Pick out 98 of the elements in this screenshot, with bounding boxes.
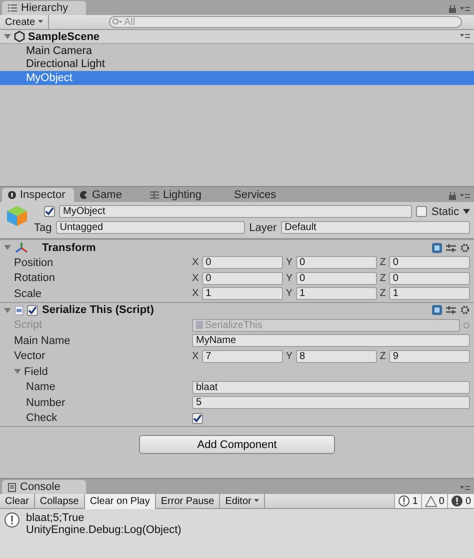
info-bubble-icon — [4, 512, 20, 528]
panel-tab[interactable]: Game — [74, 188, 144, 202]
layer-dropdown[interactable]: Default — [280, 221, 470, 234]
property-label: Number — [26, 396, 66, 409]
panel-tab[interactable]: Services — [228, 188, 288, 202]
property-label: Main Name — [14, 334, 70, 347]
number-field[interactable]: 0 — [388, 272, 470, 285]
lines-icon — [150, 191, 159, 199]
info-icon — [8, 191, 16, 199]
text-field[interactable]: MyName — [192, 334, 470, 348]
axes-icon — [15, 242, 28, 253]
script-file-icon — [196, 321, 203, 330]
number-field[interactable]: 0 — [388, 256, 470, 270]
settings-icon[interactable] — [460, 305, 470, 315]
tag-dropdown[interactable]: Untagged — [56, 221, 246, 234]
lock-icon[interactable] — [449, 5, 456, 13]
cube-icon — [6, 205, 28, 227]
number-field[interactable]: 1 — [388, 287, 470, 300]
tag-label: Tag — [34, 222, 52, 234]
number-field[interactable]: 0 — [296, 272, 377, 285]
caret-icon[interactable] — [463, 209, 470, 214]
axis-label: Z — [380, 288, 386, 300]
axis-label: Y — [286, 288, 293, 300]
axis-label: Z — [380, 257, 386, 268]
sliders-icon[interactable] — [446, 242, 456, 252]
script-name: SerializeThis — [205, 320, 262, 331]
log-count-toggle[interactable]: 1 — [394, 494, 421, 508]
pac-icon — [80, 191, 88, 199]
warning-icon — [424, 496, 437, 506]
error-icon — [451, 495, 464, 507]
search-icon — [112, 18, 122, 26]
axis-label: X — [192, 350, 199, 362]
lock-icon[interactable] — [449, 192, 456, 200]
foldout-arrow-icon[interactable] — [4, 33, 11, 40]
hierarchy-item[interactable]: Directional Light — [0, 58, 474, 71]
axis-label: Y — [286, 272, 293, 284]
foldout-arrow-icon[interactable] — [4, 306, 11, 314]
caret-icon[interactable] — [254, 499, 260, 503]
panel-tab[interactable]: Inspector — [2, 188, 74, 202]
console-toolbar-button[interactable]: Clear on Play — [84, 494, 156, 508]
axis-label: X — [192, 257, 199, 268]
add-component-button[interactable]: Add Component — [139, 435, 335, 454]
text-field[interactable]: 5 — [192, 396, 470, 410]
checkbox[interactable] — [192, 412, 203, 424]
checkbox[interactable] — [416, 206, 428, 217]
scene-row[interactable]: SampleScene — [0, 30, 474, 44]
checkbox[interactable] — [44, 206, 55, 217]
axis-label: Z — [380, 350, 386, 362]
checkbox[interactable] — [27, 304, 38, 316]
number-field[interactable]: 8 — [296, 350, 377, 363]
axis-label: Z — [380, 272, 386, 284]
sliders-icon[interactable] — [446, 305, 456, 315]
hierarchy-item[interactable]: Main Camera — [0, 44, 474, 58]
component-title: Transform — [42, 242, 96, 254]
object-name-field[interactable]: MyObject — [59, 205, 412, 218]
menu-icon[interactable] — [460, 192, 470, 200]
script-file-icon — [15, 306, 23, 314]
layer-label: Layer — [249, 222, 277, 234]
number-field[interactable]: 7 — [202, 350, 283, 363]
axis-label: X — [192, 272, 199, 284]
property-label: Script — [14, 319, 42, 332]
property-label: Name — [26, 381, 56, 394]
log-entry[interactable]: blaat;5;True UnityEngine.Debug:Log(Object) — [0, 509, 474, 558]
property-label: Rotation — [14, 272, 55, 284]
number-field[interactable]: 9 — [388, 350, 470, 363]
list-icon — [8, 4, 17, 12]
log-line: UnityEngine.Debug:Log(Object) — [26, 524, 182, 536]
menu-icon[interactable] — [460, 6, 470, 12]
console-icon — [8, 482, 16, 492]
number-field[interactable]: 0 — [202, 256, 283, 270]
axis-label: X — [192, 288, 199, 300]
settings-icon[interactable] — [460, 242, 470, 252]
hierarchy-item[interactable]: MyObject — [0, 71, 474, 84]
number-field[interactable]: 1 — [202, 287, 283, 300]
property-label: Position — [14, 256, 54, 269]
log-count-toggle[interactable]: 0 — [447, 494, 474, 508]
property-label: Scale — [14, 288, 42, 300]
menu-icon[interactable] — [460, 485, 470, 492]
scene-name: SampleScene — [28, 30, 100, 42]
menu-icon[interactable] — [460, 32, 470, 40]
info-bubble-icon — [398, 495, 410, 507]
axis-label: Y — [286, 257, 293, 268]
panel-tab[interactable]: Lighting — [144, 188, 228, 202]
log-count-toggle[interactable]: 0 — [420, 494, 448, 508]
number-field[interactable]: 0 — [202, 272, 283, 285]
log-line: blaat;5;True — [26, 512, 86, 524]
foldout-arrow-icon[interactable] — [4, 244, 11, 251]
property-label: Field — [24, 366, 48, 378]
number-field[interactable]: 1 — [296, 287, 377, 300]
foldout-arrow-icon[interactable] — [14, 368, 21, 376]
component-title: Serialize This (Script) — [42, 304, 154, 316]
property-label: Check — [26, 412, 58, 424]
axis-label: Y — [286, 350, 293, 362]
caret-icon[interactable] — [38, 20, 44, 24]
property-label: Vector — [14, 350, 46, 362]
static-label[interactable]: Static — [431, 206, 459, 218]
number-field[interactable]: 0 — [296, 256, 377, 270]
text-field[interactable]: blaat — [192, 380, 470, 394]
